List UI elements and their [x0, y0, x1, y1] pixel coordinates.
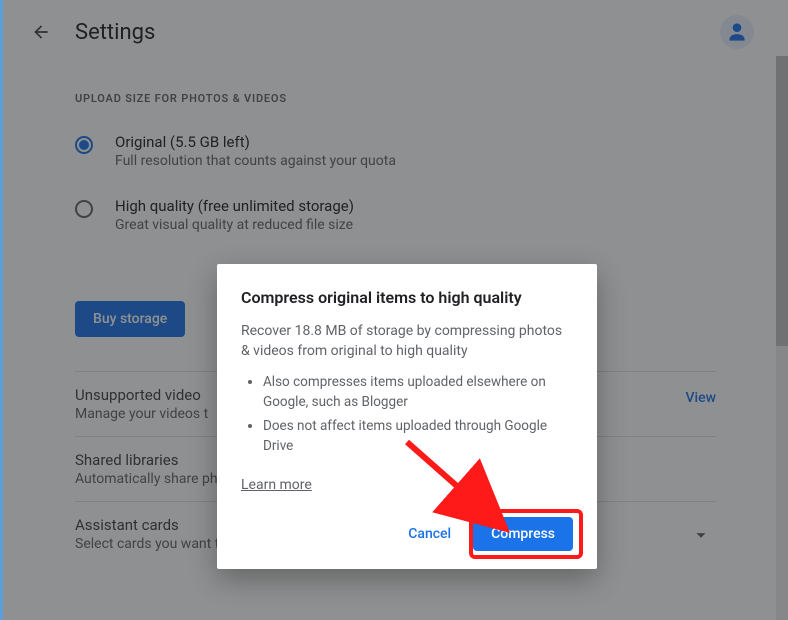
dialog-bullet: Does not affect items uploaded through G…: [263, 416, 573, 457]
learn-more-link[interactable]: Learn more: [241, 477, 312, 493]
dialog-body: Recover 18.8 MB of storage by compressin…: [241, 321, 573, 362]
compress-button[interactable]: Compress: [473, 517, 573, 551]
dialog-bullet: Also compresses items uploaded elsewhere…: [263, 372, 573, 413]
cancel-button[interactable]: Cancel: [396, 518, 463, 550]
compress-dialog: Compress original items to high quality …: [217, 264, 597, 569]
dialog-title: Compress original items to high quality: [241, 288, 573, 307]
